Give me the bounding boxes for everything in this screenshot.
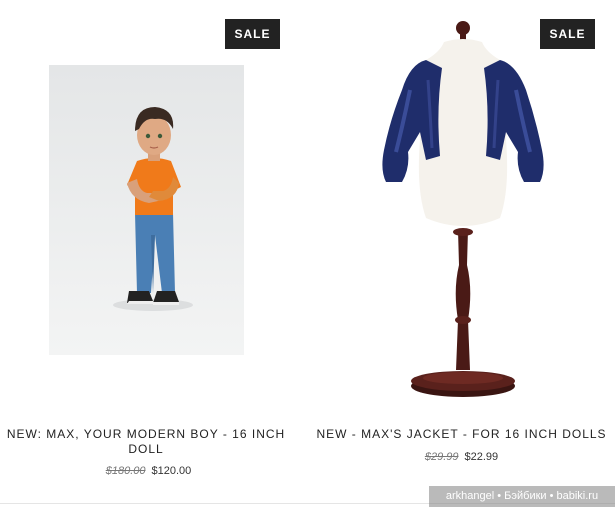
price-row: $29.99 $22.99 (308, 451, 615, 463)
watermark: arkhangel • Бэйбики • babiki.ru (429, 486, 615, 507)
product-title[interactable]: NEW: MAX, YOUR MODERN BOY - 16 INCH DOLL (0, 427, 292, 457)
old-price: $29.99 (424, 451, 459, 463)
price-row: $180.00 $120.00 (0, 465, 297, 477)
sale-price: $22.99 (464, 451, 499, 463)
sale-badge: SALE (225, 19, 280, 49)
product-card-max-doll[interactable]: SALE NEW: MAX, YOUR MODERN BOY - 16 INCH… (0, 0, 300, 507)
sale-price: $120.00 (151, 465, 192, 477)
product-grid: SALE NEW: MAX, YOUR MODERN BOY - 16 INCH… (0, 0, 615, 507)
product-image-max-jacket[interactable] (350, 20, 575, 402)
product-title[interactable]: NEW - MAX'S JACKET - FOR 16 INCH DOLLS (308, 427, 615, 442)
product-card-max-jacket[interactable]: SALE NEW - MAX'S JACKET - FOR 16 INCH DO… (308, 0, 615, 507)
old-price: $180.00 (105, 465, 146, 477)
product-image-max-doll[interactable] (49, 65, 244, 355)
sale-badge: SALE (540, 19, 595, 49)
